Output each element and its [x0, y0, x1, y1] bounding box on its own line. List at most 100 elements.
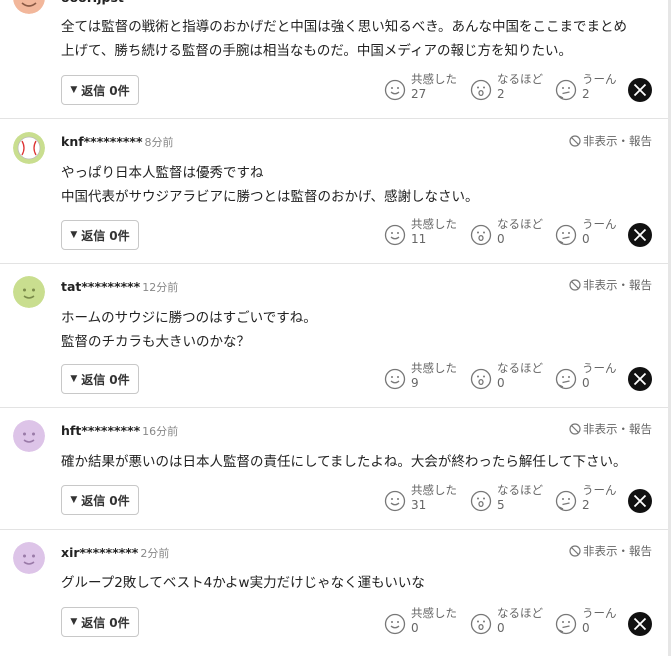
insightful-label: なるほど: [497, 72, 543, 86]
agree-reaction-button[interactable]: 共感した 31: [384, 483, 464, 515]
comment-line: 確か結果が悪いのは日本人監督の責任にしてましたよね。大会が終わったら解任して下さ…: [61, 454, 627, 470]
insightful-reaction-button[interactable]: なるほど 0: [470, 606, 550, 638]
agree-reaction-button[interactable]: 共感した 0: [384, 606, 464, 638]
caret-down-icon: ▼: [70, 495, 78, 505]
hmm-count: 2: [582, 498, 590, 512]
insightful-count: 0: [497, 621, 505, 635]
hmm-reaction-button[interactable]: うーん 0: [555, 361, 625, 393]
insightful-label: なるほど: [497, 483, 543, 497]
thinking-face-icon: [555, 368, 577, 390]
comment-card: hft********* 16分前 非表示・報告 確か結果が悪いのは日本人監督の責…: [0, 407, 668, 530]
avatar: [13, 276, 45, 308]
x-share-icon[interactable]: [628, 612, 652, 636]
avatar: [13, 542, 45, 574]
hmm-reaction-button[interactable]: うーん 0: [555, 606, 625, 638]
comment-username[interactable]: oooHjpst: [61, 0, 124, 5]
agree-reaction-button[interactable]: 共感した 11: [384, 217, 464, 249]
hmm-reaction-button[interactable]: うーん 2: [555, 483, 625, 515]
smile-face-icon: [384, 79, 406, 101]
insightful-reaction-button[interactable]: なるほど 0: [470, 217, 550, 249]
x-share-icon[interactable]: [628, 78, 652, 102]
agree-label: 共感した: [411, 217, 457, 231]
reply-count: 0件: [109, 83, 130, 98]
insightful-reaction-button[interactable]: なるほど 2: [470, 72, 550, 104]
thinking-face-icon: [555, 224, 577, 246]
surprised-face-icon: [470, 613, 492, 635]
comment-username[interactable]: knf********* 8分前: [61, 134, 173, 150]
hide-report-link[interactable]: 非表示・報告: [569, 133, 652, 149]
agree-label: 共感した: [411, 361, 457, 375]
surprised-face-icon: [470, 368, 492, 390]
ban-icon: [569, 545, 581, 557]
hmm-label: うーん: [582, 217, 617, 231]
reply-button[interactable]: ▼ 返信 0件: [61, 485, 139, 515]
comment-username[interactable]: xir********* 2分前: [61, 545, 169, 561]
reply-label: 返信: [81, 372, 106, 387]
reply-button[interactable]: ▼ 返信 0件: [61, 364, 139, 394]
insightful-reaction-button[interactable]: なるほど 5: [470, 483, 550, 515]
reply-button[interactable]: ▼ 返信 0件: [61, 607, 139, 637]
reply-count: 0件: [109, 493, 130, 508]
comment-body: ホームのサウジに勝つのはすごいですね。 監督のチカラも大きいのかな？: [61, 306, 646, 354]
agree-count: 9: [411, 376, 419, 390]
x-share-icon[interactable]: [628, 223, 652, 247]
agree-reaction-button[interactable]: 共感した 9: [384, 361, 464, 393]
agree-count: 11: [411, 232, 427, 246]
ban-icon: [569, 135, 581, 147]
caret-down-icon: ▼: [70, 85, 78, 95]
comment-line: やっぱり日本人監督は優秀ですね: [61, 165, 264, 181]
comment-time: 12分前: [142, 281, 179, 294]
surprised-face-icon: [470, 224, 492, 246]
insightful-count: 0: [497, 376, 505, 390]
hmm-label: うーん: [582, 72, 617, 86]
agree-count: 0: [411, 621, 419, 635]
ban-icon: [569, 423, 581, 435]
comment-card: oooHjpst 全ては監督の戦術と指導のおかげだと中国は強く思い知るべき。あん…: [0, 0, 668, 119]
hmm-label: うーん: [582, 483, 617, 497]
caret-down-icon: ▼: [70, 230, 78, 240]
hmm-label: うーん: [582, 606, 617, 620]
smile-face-icon: [384, 613, 406, 635]
comment-username[interactable]: hft********* 16分前: [61, 423, 178, 439]
x-share-icon[interactable]: [628, 367, 652, 391]
hmm-count: 0: [582, 621, 590, 635]
comment-card: xir********* 2分前 非表示・報告 グループ2敗してベスト4かよw実力…: [0, 529, 668, 656]
hmm-label: うーん: [582, 361, 617, 375]
caret-down-icon: ▼: [70, 374, 78, 384]
reply-count: 0件: [109, 228, 130, 243]
hide-report-link[interactable]: 非表示・報告: [569, 543, 652, 559]
hmm-reaction-button[interactable]: うーん 0: [555, 217, 625, 249]
avatar: [13, 0, 45, 14]
reply-count: 0件: [109, 615, 130, 630]
agree-count: 27: [411, 87, 427, 101]
x-share-icon[interactable]: [628, 489, 652, 513]
reply-label: 返信: [81, 228, 106, 243]
insightful-label: なるほど: [497, 606, 543, 620]
comment-card: tat********* 12分前 非表示・報告 ホームのサウジに勝つのはすごいで…: [0, 263, 668, 408]
smile-face-icon: [384, 224, 406, 246]
surprised-face-icon: [470, 79, 492, 101]
comment-time: 2分前: [140, 547, 170, 560]
insightful-count: 2: [497, 87, 505, 101]
reply-button[interactable]: ▼ 返信 0件: [61, 220, 139, 250]
caret-down-icon: ▼: [70, 617, 78, 627]
agree-count: 31: [411, 498, 427, 512]
comment-username[interactable]: tat********* 12分前: [61, 279, 178, 295]
hmm-reaction-button[interactable]: うーん 2: [555, 72, 625, 104]
comment-card: knf********* 8分前 非表示・報告 やっぱり日本人監督は優秀ですね 中…: [0, 118, 668, 264]
thinking-face-icon: [555, 79, 577, 101]
reply-button[interactable]: ▼ 返信 0件: [61, 75, 139, 105]
avatar: [13, 132, 45, 164]
agree-label: 共感した: [411, 72, 457, 86]
comment-line: 全ては監督の戦術と指導のおかげだと中国は強く思い知るべき。あんな中国をここまでま…: [61, 19, 628, 35]
ban-icon: [569, 279, 581, 291]
agree-reaction-button[interactable]: 共感した 27: [384, 72, 464, 104]
hide-report-link[interactable]: 非表示・報告: [569, 277, 652, 293]
insightful-label: なるほど: [497, 217, 543, 231]
insightful-reaction-button[interactable]: なるほど 0: [470, 361, 550, 393]
reply-label: 返信: [81, 615, 106, 630]
thinking-face-icon: [555, 613, 577, 635]
hmm-count: 2: [582, 87, 590, 101]
agree-label: 共感した: [411, 483, 457, 497]
hide-report-link[interactable]: 非表示・報告: [569, 421, 652, 437]
